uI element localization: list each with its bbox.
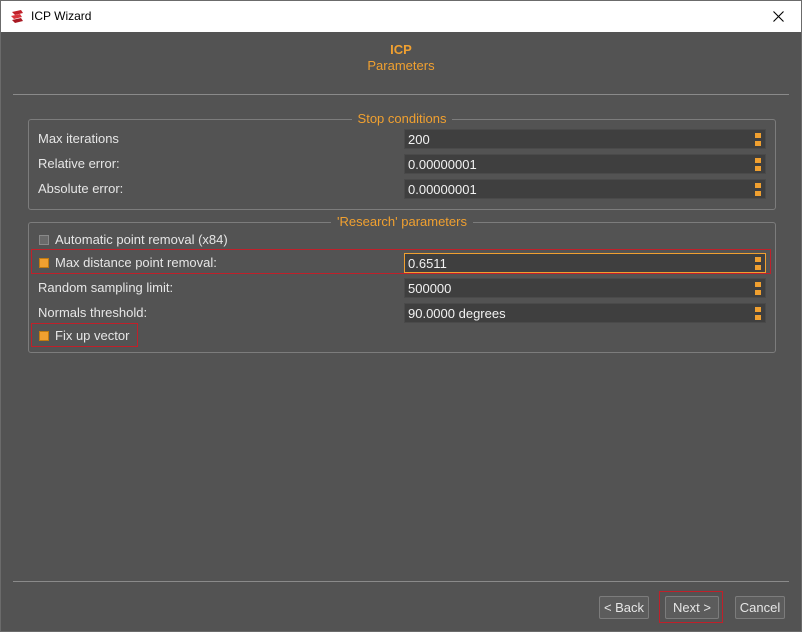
absolute-error-row: Absolute error: 0.00000001 (29, 178, 775, 200)
fix-up-vector-row[interactable]: Fix up vector (29, 325, 775, 347)
relative-error-row: Relative error: 0.00000001 (29, 153, 775, 175)
icp-wizard-window: ICP Wizard ICP Parameters Stop condition… (0, 0, 802, 632)
spin-arrows-icon[interactable] (755, 132, 761, 147)
absolute-error-value: 0.00000001 (408, 182, 477, 197)
window-title: ICP Wizard (31, 9, 92, 23)
page-subtitle: Parameters (367, 58, 435, 73)
auto-removal-label: Automatic point removal (x84) (55, 232, 228, 247)
relative-error-label: Relative error: (38, 156, 120, 171)
stop-conditions-group: Stop conditions Max iterations 200 Relat… (28, 111, 776, 210)
title-bar: ICP Wizard (1, 1, 801, 32)
normals-threshold-label: Normals threshold: (38, 305, 148, 320)
dialog-body: ICP Parameters Stop conditions Max itera… (1, 32, 801, 631)
close-icon (772, 11, 784, 22)
auto-removal-row[interactable]: Automatic point removal (x84) (29, 229, 775, 251)
page-title: ICP (390, 42, 412, 57)
spin-arrows-icon[interactable] (755, 157, 761, 172)
max-distance-highlight (31, 249, 771, 274)
normals-threshold-spinbox[interactable]: 90.0000 degrees (404, 303, 766, 323)
back-button[interactable]: < Back (599, 596, 649, 619)
research-parameters-title: 'Research' parameters (331, 214, 473, 229)
random-sampling-spinbox[interactable]: 500000 (404, 278, 766, 298)
fix-up-vector-highlight (31, 323, 138, 347)
page-header: ICP Parameters (1, 42, 801, 74)
max-iterations-row: Max iterations 200 (29, 128, 775, 150)
spin-arrows-icon[interactable] (755, 281, 761, 296)
max-iterations-value: 200 (408, 132, 430, 147)
random-sampling-row: Random sampling limit: 500000 (29, 277, 775, 299)
normals-threshold-value: 90.0000 degrees (408, 306, 506, 321)
auto-removal-checkbox[interactable] (39, 235, 49, 245)
max-iterations-label: Max iterations (38, 131, 119, 146)
relative-error-value: 0.00000001 (408, 157, 477, 172)
app-logo-icon (11, 10, 23, 23)
spin-arrows-icon[interactable] (755, 306, 761, 321)
absolute-error-label: Absolute error: (38, 181, 124, 196)
stop-conditions-title: Stop conditions (351, 111, 453, 126)
relative-error-spinbox[interactable]: 0.00000001 (404, 154, 766, 174)
research-parameters-group: 'Research' parameters Automatic point re… (28, 214, 776, 353)
close-button[interactable] (755, 1, 801, 32)
random-sampling-value: 500000 (408, 281, 452, 296)
header-separator (13, 94, 789, 95)
max-iterations-spinbox[interactable]: 200 (404, 129, 766, 149)
spin-arrows-icon[interactable] (755, 182, 761, 197)
cancel-button[interactable]: Cancel (735, 596, 785, 619)
random-sampling-label: Random sampling limit: (38, 280, 174, 295)
next-button-highlight (659, 591, 723, 623)
normals-threshold-row: Normals threshold: 90.0000 degrees (29, 302, 775, 324)
absolute-error-spinbox[interactable]: 0.00000001 (404, 179, 766, 199)
footer-separator (13, 581, 789, 582)
